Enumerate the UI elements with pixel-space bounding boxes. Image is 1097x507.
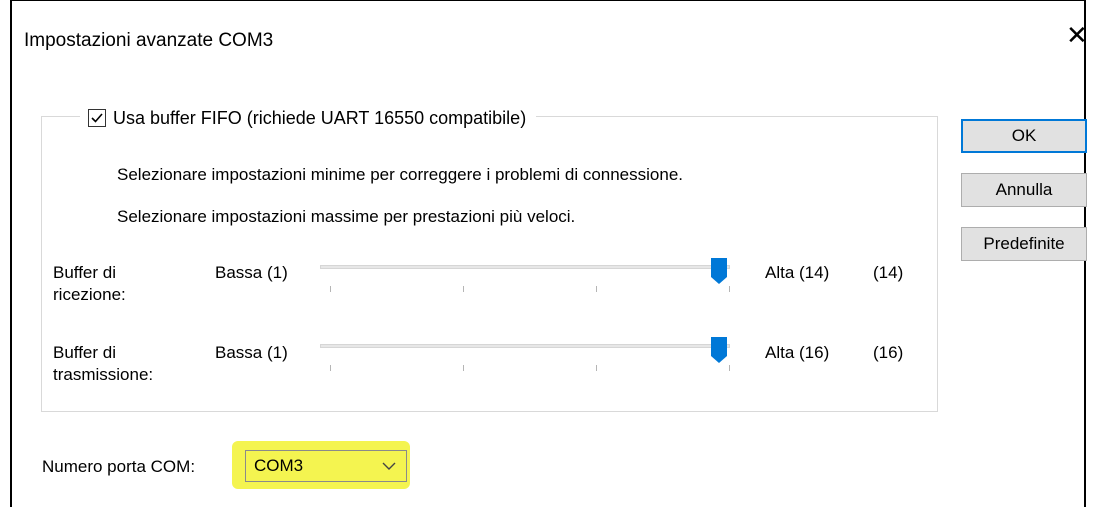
defaults-button[interactable]: Predefinite bbox=[961, 227, 1087, 261]
com-port-label: Numero porta COM: bbox=[42, 457, 196, 476]
receive-label-line1: Buffer di bbox=[53, 263, 117, 282]
slider-tick bbox=[330, 286, 331, 292]
transmit-slider-track bbox=[320, 344, 730, 348]
slider-tick bbox=[463, 286, 464, 292]
receive-high-label: Alta (14) bbox=[765, 263, 830, 282]
transmit-label-line1: Buffer di bbox=[53, 343, 117, 362]
com-port-select-value: COM3 bbox=[254, 456, 304, 475]
slider-tick bbox=[729, 365, 730, 371]
transmit-slider[interactable] bbox=[320, 337, 730, 381]
transmit-label-line2: trasmissione: bbox=[53, 365, 154, 384]
info-min-text: Selezionare impostazioni minime per corr… bbox=[117, 165, 684, 184]
receive-slider-track bbox=[320, 265, 730, 269]
receive-slider-thumb[interactable] bbox=[710, 257, 728, 285]
slider-tick bbox=[330, 365, 331, 371]
cancel-button[interactable]: Annulla bbox=[961, 173, 1087, 207]
checkmark-icon bbox=[91, 113, 103, 123]
transmit-low-label: Bassa (1) bbox=[215, 343, 288, 362]
ok-button[interactable]: OK bbox=[961, 119, 1087, 153]
slider-tick bbox=[729, 286, 730, 292]
receive-slider[interactable] bbox=[320, 258, 730, 302]
info-max-text: Selezionare impostazioni massime per pre… bbox=[117, 207, 576, 226]
fifo-checkbox[interactable] bbox=[88, 109, 106, 127]
slider-tick bbox=[463, 365, 464, 371]
transmit-slider-thumb[interactable] bbox=[710, 336, 728, 364]
com-port-select[interactable]: COM3 bbox=[245, 450, 407, 482]
receive-low-label: Bassa (1) bbox=[215, 263, 288, 282]
receive-label-line2: ricezione: bbox=[53, 285, 126, 304]
slider-tick bbox=[596, 365, 597, 371]
slider-tick bbox=[596, 286, 597, 292]
transmit-high-label: Alta (16) bbox=[765, 343, 830, 362]
fifo-checkbox-label: Usa buffer FIFO (richiede UART 16550 com… bbox=[113, 107, 527, 128]
transmit-current-value: (16) bbox=[873, 343, 904, 362]
fifo-checkbox-row[interactable]: Usa buffer FIFO (richiede UART 16550 com… bbox=[80, 104, 537, 132]
chevron-down-icon bbox=[382, 462, 396, 470]
receive-current-value: (14) bbox=[873, 263, 904, 282]
dialog-title: Impostazioni avanzate COM3 bbox=[24, 30, 274, 51]
close-icon[interactable]: ✕ bbox=[1066, 22, 1088, 48]
